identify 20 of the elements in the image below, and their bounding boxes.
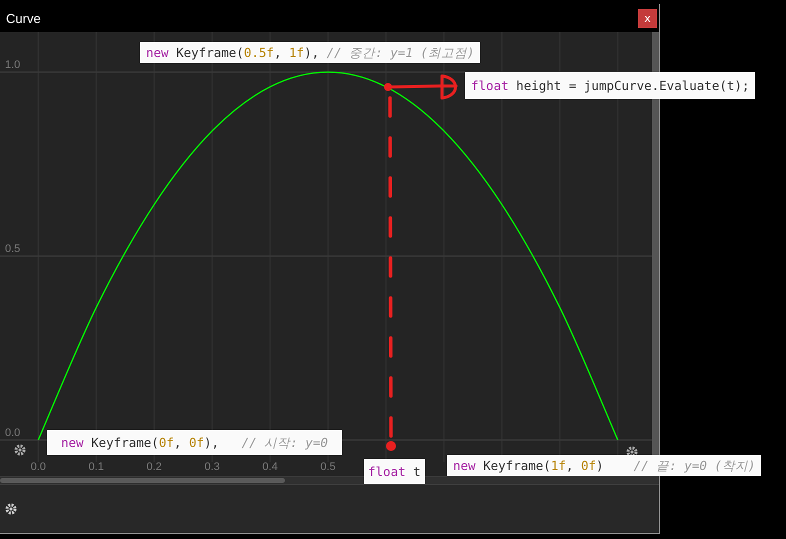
tick-label: 0.4: [262, 461, 278, 473]
code-tooltip: new Keyframe(1f, 0f) // 끝: y=0 (착지): [447, 455, 762, 476]
code-tooltip: float height = jumpCurve.Evaluate(t);: [465, 72, 756, 99]
window-title: Curve: [6, 10, 41, 26]
tick-label: 1.0: [5, 59, 20, 72]
horizontal-scrollbar[interactable]: [0, 478, 285, 483]
tick-label: 0.2: [146, 461, 162, 473]
tick-label: 0.1: [88, 461, 104, 473]
code-tooltip: new Keyframe(0f, 0f), // 시작: y=0: [47, 430, 342, 455]
tick-label: 0.5: [320, 461, 336, 473]
code-tooltip: float t: [364, 459, 425, 484]
settings-icon[interactable]: [626, 446, 638, 458]
tick-label: 0.5: [5, 243, 20, 256]
tick-label: 0.0: [5, 427, 20, 440]
settings-icon[interactable]: [5, 503, 17, 515]
tick-label: 0.0: [30, 461, 46, 473]
code-tooltip: new Keyframe(0.5f, 1f), // 중간: y=1 (최고점): [140, 42, 480, 63]
settings-icon[interactable]: [14, 444, 26, 456]
tick-label: 0.3: [204, 461, 220, 473]
close-button[interactable]: x: [638, 8, 657, 28]
